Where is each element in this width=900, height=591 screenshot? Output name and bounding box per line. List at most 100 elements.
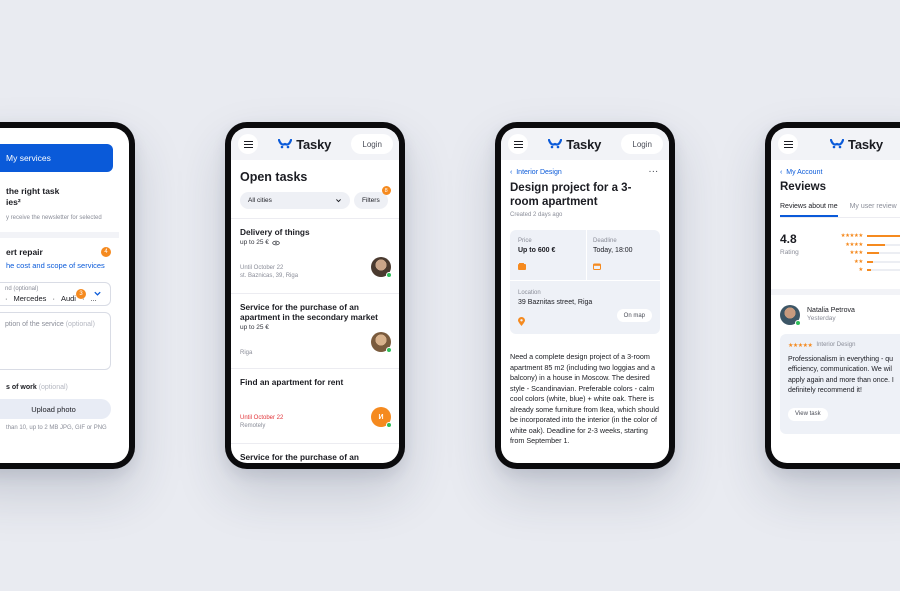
description-textarea[interactable]: ption of the service (optional)	[0, 312, 111, 370]
divider	[510, 280, 660, 281]
breadcrumb-label: My Account	[786, 169, 823, 176]
my-services-button[interactable]: My services	[0, 144, 113, 172]
rating-bar-fill	[866, 269, 871, 272]
task-info-card: Price Up to 600 € Deadline Today, 18:00 …	[510, 230, 660, 334]
screen: Tasky ‹ My Account Reviews Reviews about…	[771, 128, 900, 463]
logo[interactable]: Tasky	[830, 137, 883, 152]
screen: Tasky Login Open tasks All cities Filter…	[231, 128, 399, 463]
rating-bar-fill	[866, 252, 879, 255]
avatar	[371, 332, 392, 353]
view-task-button[interactable]: View task	[788, 407, 828, 421]
task-card[interactable]: Find an apartment for rent Until October…	[231, 369, 399, 444]
breadcrumb: ‹ Interior Design ···	[510, 169, 669, 176]
upload-label: Upload photo	[31, 404, 76, 414]
brand-select[interactable]: nd (optional) · Mercedes · Audi · ... 3	[0, 282, 111, 306]
task-address: st. Baznicas, 39, Riga	[240, 273, 299, 279]
photos-label: s of work	[6, 384, 37, 391]
task-title: Find an apartment for rent	[240, 377, 344, 387]
divider	[0, 232, 119, 238]
task-card[interactable]: Delivery of things up to 25 € Until Octo…	[231, 219, 399, 294]
rating-bar-stars: ★★★	[849, 250, 864, 257]
tasky-logo-icon	[548, 139, 563, 149]
task-address: Riga	[240, 350, 253, 356]
avatar	[371, 257, 392, 278]
tab-reviews-about-me[interactable]: Reviews about me	[780, 203, 838, 217]
description-optional: (optional)	[65, 321, 95, 328]
filter-row: All cities Filters 8	[240, 186, 399, 209]
form-heading: the right task ies²	[6, 186, 60, 207]
location-cell: Location 39 Baznitas street, Riga	[518, 290, 592, 306]
rating-bar-fill	[866, 243, 885, 246]
brand-separator: ·	[52, 294, 55, 303]
reviewer-name: Natalia Petrova	[807, 307, 855, 314]
hamburger-icon	[783, 140, 793, 148]
cost-scope-link[interactable]: he cost and scope of services	[6, 261, 119, 270]
breadcrumb-label: Interior Design	[516, 169, 562, 176]
task-card[interactable]: Service for the purchase of an apartment…	[231, 294, 399, 369]
review-header: ★★★★★ Interior Design	[788, 342, 900, 349]
task-price-row: up to 25 €	[240, 239, 390, 246]
rating-distribution: ★★★★★ ★★★★ ★★★ ★★ ★	[833, 232, 900, 275]
deadline-cell: Deadline Today, 18:00	[593, 238, 633, 254]
logo-text: Tasky	[848, 136, 883, 152]
phone-task-detail: Tasky Login ‹ Interior Design ··· Design…	[495, 122, 675, 469]
menu-button[interactable]	[238, 134, 258, 154]
screen: My services the right task ies² y receiv…	[0, 128, 129, 463]
city-select[interactable]: All cities	[240, 192, 350, 209]
online-indicator	[795, 319, 801, 326]
task-title: Design project for a 3-room apartment	[510, 182, 632, 208]
upload-photo-button[interactable]: Upload photo	[0, 399, 111, 419]
divider	[586, 230, 587, 280]
brand-value: Audi	[60, 294, 76, 303]
logo-text: Tasky	[296, 136, 332, 152]
reviewer: Natalia Petrova Yesterday	[780, 304, 900, 326]
rating-bar-track	[866, 269, 900, 272]
filters-button[interactable]: Filters 8	[354, 186, 391, 209]
breadcrumb-back-link[interactable]: ‹ Interior Design	[510, 169, 562, 176]
review-stars: ★★★★★	[788, 342, 813, 349]
top-bar: Tasky Login	[501, 128, 669, 160]
breadcrumb[interactable]: ‹ My Account	[780, 169, 900, 176]
tasky-logo-icon	[278, 139, 293, 149]
screen: Tasky Login ‹ Interior Design ··· Design…	[501, 128, 669, 463]
tab-my-user-reviews[interactable]: My user review	[850, 203, 897, 217]
rating-label: Rating	[780, 249, 799, 256]
rating-score-block: 4.8 Rating	[780, 232, 799, 275]
logo[interactable]: Tasky	[548, 137, 601, 152]
price-label: Price	[518, 238, 532, 244]
newsletter-note: y receive the newsletter for selected	[6, 215, 102, 221]
task-meta: Riga	[240, 349, 390, 357]
rating-score: 4.8	[780, 232, 797, 246]
page-title: Reviews	[780, 181, 827, 193]
task-title: Delivery of things	[240, 227, 310, 237]
phone-reviews: Tasky ‹ My Account Reviews Reviews about…	[765, 122, 900, 469]
login-button[interactable]: Login	[351, 134, 393, 154]
task-price-row: up to 25 €	[240, 324, 390, 331]
section-badge: 4	[101, 247, 111, 257]
task-date: Until October 22	[240, 415, 284, 421]
on-map-button[interactable]: On map	[616, 309, 652, 322]
price-cell: Price Up to 600 €	[518, 238, 555, 254]
brand-separator: ·	[5, 294, 8, 303]
my-services-label: My services	[6, 153, 51, 163]
task-meta: Remotely	[240, 422, 390, 430]
online-indicator	[386, 422, 392, 428]
logo-text: Tasky	[566, 136, 602, 152]
logo[interactable]: Tasky	[278, 137, 331, 152]
login-button[interactable]: Login	[621, 134, 663, 154]
task-card[interactable]: Service for the purchase of an	[231, 444, 399, 462]
top-bar: Tasky	[771, 128, 900, 160]
task-title: Service for the purchase of an apartment…	[240, 302, 378, 322]
task-price: up to 25 €	[240, 324, 269, 331]
more-options-icon[interactable]: ···	[649, 169, 659, 176]
chevron-down-icon[interactable]	[93, 289, 102, 298]
rating-bar-stars: ★★★★	[845, 241, 863, 248]
rating-bar-row: ★★★★	[833, 241, 900, 250]
task-description: Need a complete design project of a 3-ro…	[510, 352, 660, 445]
menu-button[interactable]	[778, 134, 798, 154]
review-card: ★★★★★ Interior Design Professionalism in…	[780, 333, 900, 434]
menu-button[interactable]	[508, 134, 528, 154]
rating-bar-row: ★	[833, 266, 900, 275]
rating-bar-stars: ★★★★★	[840, 233, 864, 240]
review-time: Yesterday	[807, 315, 836, 322]
